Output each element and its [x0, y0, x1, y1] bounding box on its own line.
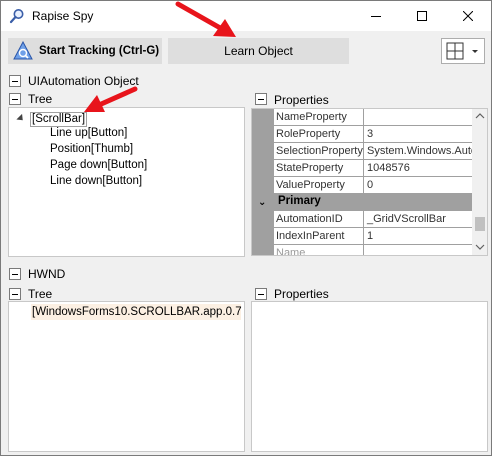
tracking-icon — [13, 41, 33, 60]
hwnd-properties-collapse-toggle[interactable] — [255, 288, 267, 300]
property-value[interactable]: 3 — [364, 126, 472, 143]
property-value[interactable]: 1 — [364, 228, 472, 245]
property-grid-scrollbar[interactable] — [472, 109, 487, 255]
uia-section-title: UIAutomation Object — [28, 74, 139, 88]
uia-properties-title: Properties — [274, 93, 329, 107]
row-gutter — [252, 126, 274, 143]
row-gutter — [252, 177, 274, 194]
scroll-down-icon[interactable] — [475, 243, 485, 251]
hwnd-properties-title: Properties — [274, 287, 329, 301]
property-row[interactable]: Name — [252, 245, 472, 255]
row-gutter — [252, 160, 274, 177]
property-name: Name — [274, 245, 364, 255]
property-category-primary[interactable]: ⌄ Primary — [252, 194, 472, 211]
property-row[interactable]: NameProperty — [252, 109, 472, 126]
title-bar: Rapise Spy — [1, 1, 491, 31]
property-value[interactable]: 0 — [364, 177, 472, 194]
tree-item[interactable]: Page down[Button] — [50, 159, 147, 171]
chevron-down-icon — [472, 50, 478, 53]
row-gutter — [252, 143, 274, 160]
maximize-button[interactable] — [399, 1, 445, 31]
property-name: RoleProperty — [274, 126, 364, 143]
minimize-icon — [371, 16, 381, 17]
property-name: IndexInParent — [274, 228, 364, 245]
hwnd-properties-pane[interactable] — [251, 301, 488, 452]
learn-object-label: Learn Object — [224, 44, 293, 58]
learn-object-button[interactable]: Learn Object — [168, 38, 349, 64]
uia-property-grid[interactable]: NameProperty RoleProperty 3 SelectionPro… — [251, 108, 488, 256]
property-value[interactable]: _GridVScrollBar — [364, 211, 472, 228]
start-tracking-button[interactable]: Start Tracking (Ctrl-G) — [8, 38, 162, 64]
start-tracking-label: Start Tracking (Ctrl-G) — [39, 45, 160, 57]
tree-item[interactable]: Line up[Button] — [50, 127, 127, 139]
hwnd-tree-collapse-toggle[interactable] — [9, 288, 21, 300]
tree-item-root[interactable]: [ScrollBar] — [30, 112, 88, 127]
property-row[interactable]: StateProperty 1048576 — [252, 160, 472, 177]
property-name: AutomationID — [274, 211, 364, 228]
close-icon — [463, 11, 473, 21]
property-value[interactable] — [364, 245, 472, 255]
property-value[interactable] — [364, 109, 472, 126]
minimize-button[interactable] — [353, 1, 399, 31]
tree-item[interactable]: Line down[Button] — [50, 175, 142, 187]
uia-tree-collapse-toggle[interactable] — [9, 93, 21, 105]
row-gutter — [252, 211, 274, 228]
property-row[interactable]: IndexInParent 1 — [252, 228, 472, 245]
layout-dropdown-button[interactable] — [441, 38, 485, 64]
tree-item-hwnd[interactable]: [WindowsForms10.SCROLLBAR.app.0.7 — [31, 304, 242, 320]
uia-tree-title: Tree — [28, 92, 53, 106]
property-name: StateProperty — [274, 160, 364, 177]
hwnd-section-title: HWND — [28, 267, 66, 281]
scroll-up-icon[interactable] — [475, 112, 485, 120]
row-gutter — [252, 109, 274, 126]
property-value[interactable]: 1048576 — [364, 160, 472, 177]
close-button[interactable] — [445, 1, 491, 31]
uia-tree-pane[interactable]: [ScrollBar] Line up[Button] Position[Thu… — [8, 107, 245, 257]
category-label: Primary — [278, 195, 321, 207]
property-row[interactable]: SelectionProperty System.Windows.Auto — [252, 143, 472, 160]
expand-triangle-icon[interactable] — [16, 113, 26, 124]
property-row[interactable]: ValueProperty 0 — [252, 177, 472, 194]
magnifier-icon — [9, 9, 24, 24]
grid-layout-icon — [446, 42, 464, 60]
property-value[interactable]: System.Windows.Auto — [364, 143, 472, 160]
property-row[interactable]: AutomationID _GridVScrollBar — [252, 211, 472, 228]
property-name: SelectionProperty — [274, 143, 364, 160]
hwnd-collapse-toggle[interactable] — [9, 268, 21, 280]
rapise-spy-window: Rapise Spy Start Tracking (Ctrl-G) Learn… — [0, 0, 492, 456]
hwnd-tree-pane[interactable]: [WindowsForms10.SCROLLBAR.app.0.7 — [8, 301, 245, 452]
row-gutter — [252, 228, 274, 245]
row-gutter — [252, 245, 274, 255]
uia-properties-collapse-toggle[interactable] — [255, 93, 267, 105]
window-title: Rapise Spy — [32, 9, 94, 23]
maximize-icon — [417, 11, 427, 21]
scrollbar-thumb[interactable] — [475, 217, 485, 231]
collapse-chevron-icon[interactable]: ⌄ — [258, 197, 266, 208]
tree-item[interactable]: Position[Thumb] — [50, 143, 133, 155]
uia-collapse-toggle[interactable] — [9, 75, 21, 87]
property-name: ValueProperty — [274, 177, 364, 194]
hwnd-tree-title: Tree — [28, 287, 53, 301]
property-row[interactable]: RoleProperty 3 — [252, 126, 472, 143]
property-name: NameProperty — [274, 109, 364, 126]
